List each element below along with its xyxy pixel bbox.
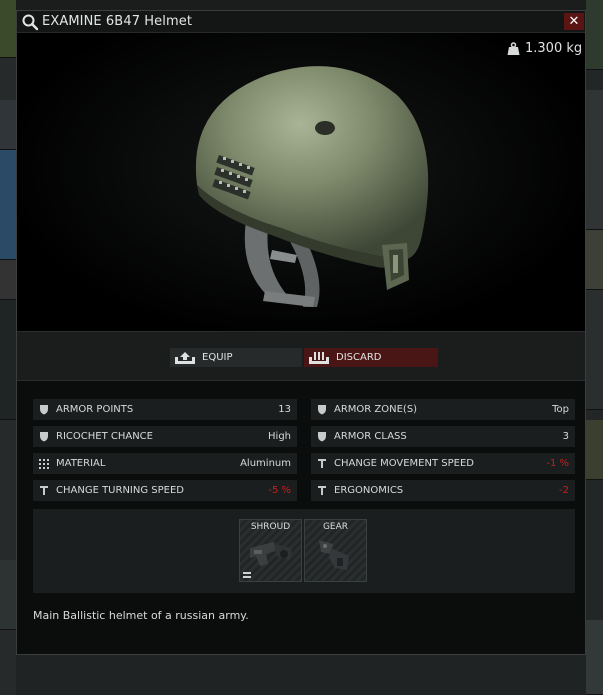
stat-ergonomics: ERGONOMICS -2 <box>311 480 575 501</box>
window-titlebar[interactable]: EXAMINE 6B47 Helmet ✕ <box>17 11 585 33</box>
gear-mount-icon <box>319 540 349 570</box>
stat-value: 3 <box>562 431 569 442</box>
weight-value: 1.300 kg <box>525 41 583 56</box>
stat-armor-zones: ARMOR ZONE(S) Top <box>311 399 575 420</box>
slot-label: SHROUD <box>250 522 291 532</box>
discard-label: DISCARD <box>336 352 382 363</box>
mod-slot-gear[interactable]: GEAR <box>304 519 367 582</box>
stat-value: Top <box>552 404 569 415</box>
stat-label: MATERIAL <box>56 458 106 469</box>
speed-icon <box>318 486 326 495</box>
window-title: EXAMINE 6B47 Helmet <box>42 14 193 29</box>
stat-label: CHANGE MOVEMENT SPEED <box>334 458 474 469</box>
equip-label: EQUIP <box>202 352 233 363</box>
stat-value: 13 <box>278 404 291 415</box>
background-inventory-right <box>586 0 603 695</box>
equip-icon <box>175 351 195 364</box>
slot-label: GEAR <box>322 522 349 532</box>
stat-value: High <box>268 431 291 442</box>
stat-armor-class: ARMOR CLASS 3 <box>311 426 575 447</box>
stat-change-movement-speed: CHANGE MOVEMENT SPEED -1 % <box>311 453 575 474</box>
shield-icon <box>318 432 326 442</box>
background-inventory-bottom <box>16 655 586 695</box>
helmet-image <box>195 66 429 307</box>
stat-label: ARMOR ZONE(S) <box>334 404 418 415</box>
close-button[interactable]: ✕ <box>564 13 584 30</box>
stat-value: -1 % <box>546 458 569 469</box>
shield-icon <box>318 405 326 415</box>
shield-icon <box>40 432 48 442</box>
equip-button[interactable]: EQUIP <box>170 348 302 367</box>
grid-icon <box>39 459 49 469</box>
stat-ricochet-chance: RICOCHET CHANCE High <box>33 426 297 447</box>
weight-icon <box>507 41 520 55</box>
stat-label: RICOCHET CHANCE <box>56 431 153 442</box>
slot-marker-icon <box>243 572 251 578</box>
shield-icon <box>40 405 48 415</box>
action-bar: EQUIP DISCARD <box>17 331 585 381</box>
weight-indicator: 1.300 kg <box>507 41 582 56</box>
stat-label: CHANGE TURNING SPEED <box>56 485 184 496</box>
stat-value: -5 % <box>268 485 291 496</box>
background-inventory-top <box>16 0 586 10</box>
discard-icon <box>309 351 329 364</box>
item-description: Main Ballistic helmet of a russian army. <box>33 609 249 622</box>
speed-icon <box>318 459 326 468</box>
magnifier-icon <box>22 14 39 31</box>
stat-value: -2 <box>559 485 569 496</box>
stat-label: ARMOR POINTS <box>56 404 134 415</box>
speed-icon <box>40 486 48 495</box>
mod-slots-panel: SHROUD GEAR <box>33 509 575 593</box>
background-inventory-left <box>0 0 16 695</box>
stat-label: ARMOR CLASS <box>334 431 407 442</box>
stat-label: ERGONOMICS <box>334 485 404 496</box>
discard-button[interactable]: DISCARD <box>304 348 438 367</box>
stat-change-turning-speed: CHANGE TURNING SPEED -5 % <box>33 480 297 501</box>
item-preview[interactable]: 1.300 kg <box>17 33 585 331</box>
shroud-mount-icon <box>250 542 292 566</box>
stat-value: Aluminum <box>240 458 291 469</box>
stat-material: MATERIAL Aluminum <box>33 453 297 474</box>
mod-slot-shroud[interactable]: SHROUD <box>239 519 302 582</box>
stat-armor-points: ARMOR POINTS 13 <box>33 399 297 420</box>
examine-window: EXAMINE 6B47 Helmet ✕ 1.300 kg EQUIP DIS… <box>16 10 586 655</box>
